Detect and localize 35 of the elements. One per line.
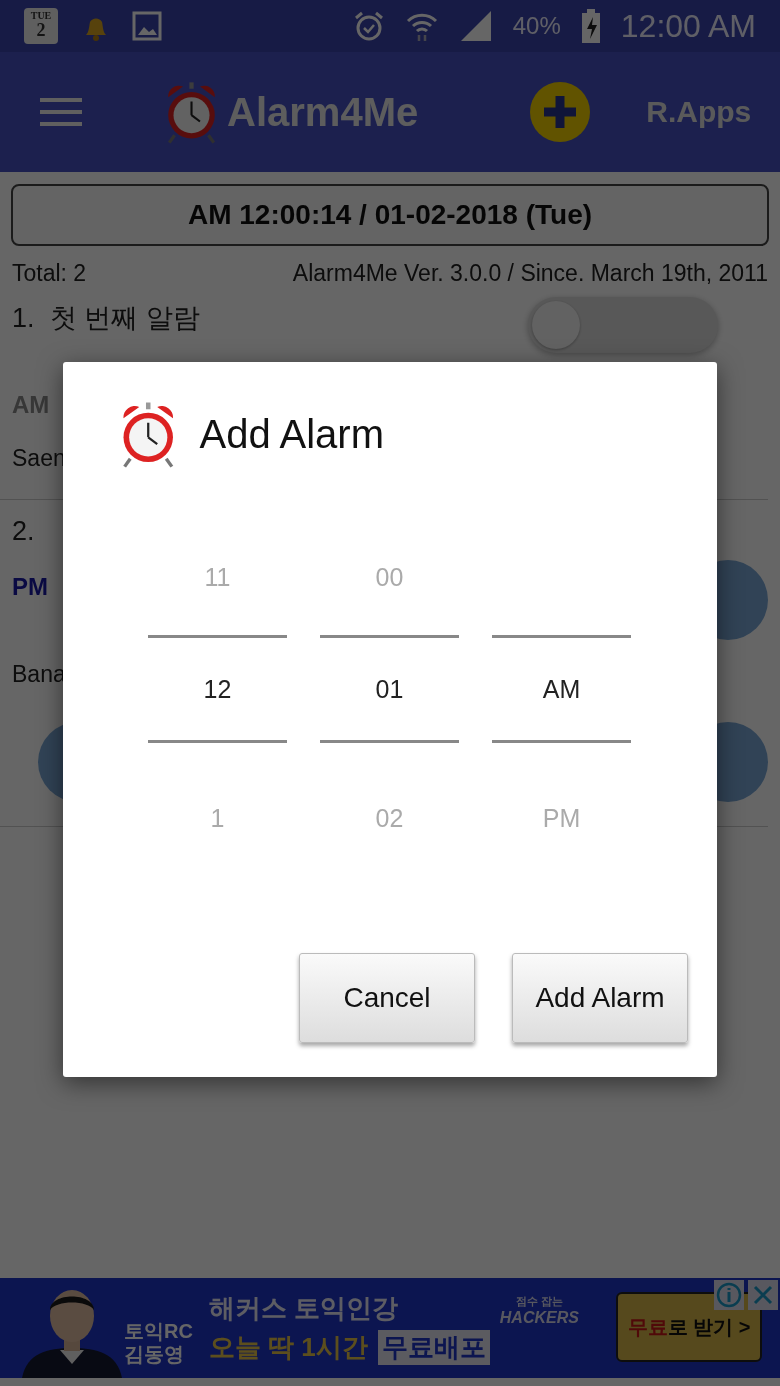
ad-caption: 토익RC: [124, 1320, 193, 1343]
cancel-button[interactable]: Cancel: [299, 953, 475, 1043]
picker-selected-value[interactable]: 12: [203, 674, 232, 704]
alarm-name: Bana: [12, 660, 66, 688]
alarm-icon: [352, 10, 385, 42]
info-icon[interactable]: [714, 1280, 744, 1310]
app-title: Alarm4Me: [227, 89, 419, 135]
dialog-title: Add Alarm: [199, 411, 384, 457]
time-picker-column[interactable]: AM PM: [492, 520, 631, 893]
current-time-display: AM 12:00:14 / 01-02-2018 (Tue): [11, 184, 769, 246]
alarm-name: Saen: [12, 444, 66, 472]
alarm-title: 1. 첫 번째 알람: [12, 302, 200, 335]
picker-selected-value[interactable]: AM: [542, 674, 581, 704]
add-icon[interactable]: [530, 82, 591, 142]
ad-headline: 해커스 토익인강: [208, 1292, 400, 1325]
ad-logo: 점수 잡는 HACKERS: [499, 1293, 579, 1327]
total-count: Total: 2: [12, 260, 87, 287]
calendar-icon: TUE 2: [24, 8, 58, 44]
image-icon: [132, 11, 162, 41]
menu-icon[interactable]: [40, 97, 82, 127]
ad-caption: 김동영: [124, 1343, 185, 1366]
add-alarm-button[interactable]: Add Alarm: [512, 953, 688, 1043]
close-icon[interactable]: [748, 1280, 778, 1310]
alarm-toggle[interactable]: [528, 297, 718, 353]
version-label: Alarm4Me Ver. 3.0.0 / Since. March 19th, 2011: [292, 260, 768, 287]
battery-level: 40%: [512, 12, 561, 40]
period-label: PM: [12, 573, 48, 601]
picker-selected-value[interactable]: 01: [375, 674, 404, 704]
time-picker-column[interactable]: 00 01 02: [320, 520, 459, 893]
status-time: 12:00 AM: [620, 7, 756, 45]
ad-subline: 오늘 딱 1시간: [208, 1331, 368, 1364]
battery-icon: [580, 9, 601, 43]
time-picker-column[interactable]: 11 12 1: [148, 520, 287, 893]
alarm-title: 2.: [12, 515, 35, 547]
ad-highlight: 무료배포: [377, 1330, 490, 1365]
